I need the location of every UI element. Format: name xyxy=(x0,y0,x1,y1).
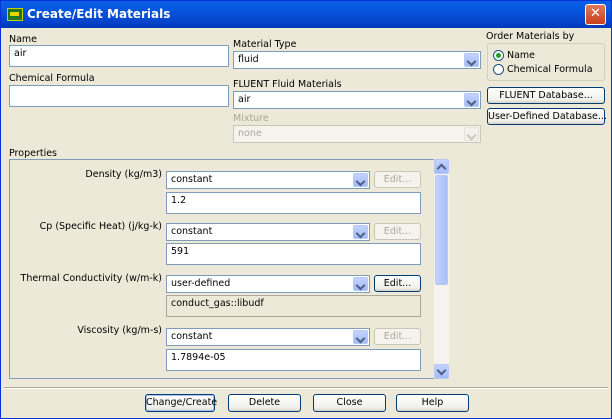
change-create-button[interactable]: Change/Create xyxy=(145,394,217,412)
scroll-down-icon[interactable] xyxy=(434,364,449,379)
chemical-formula-input[interactable] xyxy=(9,85,229,107)
property-method-select[interactable]: constant xyxy=(166,171,370,189)
chevron-down-icon[interactable] xyxy=(464,53,479,67)
order-by-formula-label[interactable]: Chemical Formula xyxy=(507,64,593,75)
property-edit-button: Edit... xyxy=(374,223,421,240)
chevron-down-icon[interactable] xyxy=(353,225,368,239)
chevron-down-icon[interactable] xyxy=(464,93,479,107)
properties-panel: Density (kg/m3) constant Edit... 1.2 Cp … xyxy=(9,159,435,379)
property-label: Cp (Specific Heat) (j/kg-k) xyxy=(39,221,162,232)
mixture-value: none xyxy=(238,128,262,139)
chevron-down-icon[interactable] xyxy=(353,173,368,187)
chevron-down-icon[interactable] xyxy=(353,330,368,344)
delete-button[interactable]: Delete xyxy=(228,394,301,412)
property-edit-button: Edit... xyxy=(374,171,421,188)
chevron-down-icon xyxy=(464,127,479,141)
mixture-label: Mixture xyxy=(233,113,269,124)
property-method-value: user-defined xyxy=(171,278,231,289)
order-by-formula-radio[interactable] xyxy=(493,64,504,75)
material-type-label: Material Type xyxy=(233,39,297,50)
property-method-value: constant xyxy=(171,174,213,185)
properties-label: Properties xyxy=(9,148,58,159)
fluent-fluid-materials-value: air xyxy=(238,94,251,105)
fluent-fluid-materials-select[interactable]: air xyxy=(233,91,481,109)
window-title: Create/Edit Materials xyxy=(27,7,171,21)
property-method-select[interactable]: constant xyxy=(166,328,370,346)
fluent-app-icon xyxy=(7,8,23,21)
property-edit-button: Edit... xyxy=(374,328,421,345)
material-type-value: fluid xyxy=(238,54,259,65)
order-by-group xyxy=(487,43,605,81)
order-by-label: Order Materials by xyxy=(486,31,575,42)
user-defined-database-button[interactable]: User-Defined Database... xyxy=(487,108,607,125)
scroll-up-icon[interactable] xyxy=(434,159,449,174)
properties-scrollbar[interactable] xyxy=(434,159,449,379)
chevron-down-icon[interactable] xyxy=(353,277,368,291)
mixture-select: none xyxy=(233,125,481,143)
property-value-input[interactable]: 591 xyxy=(166,243,421,265)
property-method-select[interactable]: user-defined xyxy=(166,275,370,293)
title-bar[interactable]: Create/Edit Materials ✕ xyxy=(1,1,611,28)
name-input[interactable]: air xyxy=(9,45,229,67)
property-method-value: constant xyxy=(171,226,213,237)
order-by-name-radio[interactable] xyxy=(493,50,504,61)
close-button[interactable]: Close xyxy=(313,394,386,412)
fluent-fluid-materials-label: FLUENT Fluid Materials xyxy=(233,79,342,90)
property-method-value: constant xyxy=(171,331,213,342)
material-type-select[interactable]: fluid xyxy=(233,51,481,69)
property-label: Density (kg/m3) xyxy=(85,169,162,180)
property-value-display: conduct_gas::libudf xyxy=(166,295,421,317)
help-button[interactable]: Help xyxy=(396,394,469,412)
scroll-thumb[interactable] xyxy=(435,175,448,285)
materials-dialog: Create/Edit Materials ✕ Name air Chemica… xyxy=(0,0,612,419)
property-value-input[interactable]: 1.2 xyxy=(166,192,421,214)
footer-divider xyxy=(4,387,608,389)
name-label: Name xyxy=(9,34,38,45)
property-value-input[interactable]: 1.7894e-05 xyxy=(166,349,421,371)
property-method-select[interactable]: constant xyxy=(166,223,370,241)
fluent-database-button[interactable]: FLUENT Database... xyxy=(487,87,605,104)
chemical-formula-label: Chemical Formula xyxy=(9,73,95,84)
order-by-name-label[interactable]: Name xyxy=(507,50,535,61)
property-label: Thermal Conductivity (w/m-k) xyxy=(20,273,162,284)
property-edit-button[interactable]: Edit... xyxy=(374,275,421,292)
close-icon[interactable]: ✕ xyxy=(585,4,606,25)
property-label: Viscosity (kg/m-s) xyxy=(77,325,162,336)
